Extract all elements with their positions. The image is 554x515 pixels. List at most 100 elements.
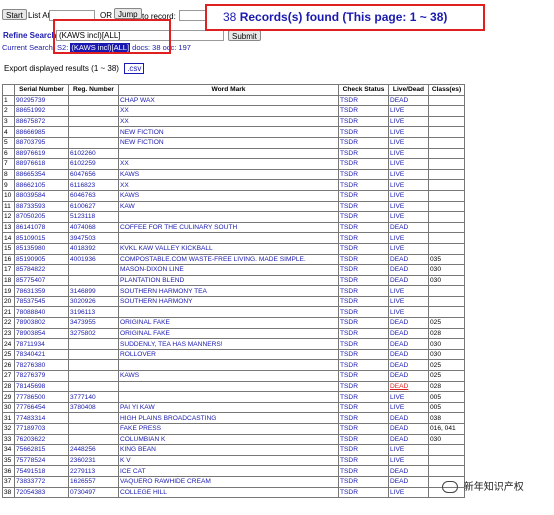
word-mark-cell[interactable]: KAWS (118, 189, 339, 202)
word-mark-cell[interactable]: NEW FICTION (118, 126, 339, 138)
live-dead-cell[interactable]: DEAD (388, 433, 429, 446)
serial-number-cell[interactable]: 78276380 (14, 359, 69, 372)
reg-number-cell[interactable] (68, 338, 119, 350)
reg-number-cell[interactable]: 3473955 (68, 317, 119, 329)
reg-number-cell[interactable]: 2279113 (68, 465, 119, 477)
reg-number-cell[interactable]: 6046763 (68, 189, 119, 202)
serial-number-cell[interactable]: 78903854 (14, 327, 69, 340)
word-mark-cell[interactable]: CHAP WAX (118, 94, 339, 107)
live-dead-cell[interactable]: DEAD (388, 359, 429, 372)
to-record-input[interactable] (179, 10, 207, 21)
serial-number-cell[interactable]: 85775407 (14, 274, 69, 287)
reg-number-cell[interactable]: 6047656 (68, 168, 119, 181)
word-mark-cell[interactable]: PAI YI KAW (118, 401, 339, 414)
reg-number-cell[interactable]: 3947503 (68, 232, 119, 244)
serial-number-cell[interactable]: 88703795 (14, 136, 69, 149)
live-dead-cell[interactable]: LIVE (388, 179, 429, 191)
live-dead-cell[interactable]: DEAD (388, 348, 429, 361)
live-dead-cell[interactable]: LIVE (388, 200, 429, 213)
serial-number-cell[interactable]: 88665354 (14, 168, 69, 181)
live-dead-cell[interactable]: DEAD (388, 264, 429, 276)
header-classes[interactable]: Class(es) (428, 84, 465, 96)
serial-number-cell[interactable]: 88666985 (14, 126, 69, 138)
check-status-link[interactable]: TSDR (338, 94, 389, 107)
serial-number-cell[interactable]: 72054383 (14, 486, 69, 499)
serial-number-cell[interactable]: 78631359 (14, 285, 69, 297)
reg-number-cell[interactable] (68, 105, 119, 117)
serial-number-cell[interactable]: 85784822 (14, 264, 69, 276)
live-dead-cell[interactable]: LIVE (388, 158, 429, 170)
live-dead-cell[interactable]: DEAD (388, 327, 429, 340)
header-live-dead[interactable]: Live/Dead (388, 84, 429, 96)
live-dead-cell[interactable]: DEAD (388, 465, 429, 477)
live-dead-cell[interactable]: LIVE (388, 285, 429, 297)
live-dead-cell[interactable]: LIVE (388, 454, 429, 467)
header-check-status[interactable]: Check Status (338, 84, 389, 96)
word-mark-cell[interactable]: XX (118, 179, 339, 191)
check-status-link[interactable]: TSDR (338, 380, 389, 393)
live-dead-cell[interactable]: LIVE (388, 136, 429, 149)
serial-number-cell[interactable]: 78711934 (14, 338, 69, 350)
word-mark-cell[interactable]: FAKE PRESS (118, 423, 339, 435)
reg-number-cell[interactable]: 3777140 (68, 391, 119, 403)
serial-number-cell[interactable]: 88039584 (14, 189, 69, 202)
live-dead-cell[interactable]: DEAD (388, 338, 429, 350)
serial-number-cell[interactable]: 75662815 (14, 444, 69, 456)
check-status-link[interactable]: TSDR (338, 274, 389, 287)
serial-number-cell[interactable]: 88976619 (14, 147, 69, 160)
serial-number-cell[interactable]: 86141078 (14, 221, 69, 234)
check-status-link[interactable]: TSDR (338, 200, 389, 213)
check-status-link[interactable]: TSDR (338, 189, 389, 202)
submit-button[interactable]: Submit (228, 30, 261, 41)
check-status-link[interactable]: TSDR (338, 158, 389, 170)
live-dead-cell[interactable]: LIVE (388, 306, 429, 319)
check-status-link[interactable]: TSDR (338, 136, 389, 149)
serial-number-cell[interactable]: 85109015 (14, 232, 69, 244)
word-mark-cell[interactable]: SUDDENLY, TEA HAS MANNERS! (118, 338, 339, 350)
serial-number-cell[interactable]: 88662105 (14, 179, 69, 191)
check-status-link[interactable]: TSDR (338, 317, 389, 329)
reg-number-cell[interactable]: 1626557 (68, 475, 119, 488)
check-status-link[interactable]: TSDR (338, 211, 389, 223)
serial-number-cell[interactable]: 75491518 (14, 465, 69, 477)
check-status-link[interactable]: TSDR (338, 475, 389, 488)
check-status-link[interactable]: TSDR (338, 285, 389, 297)
word-mark-cell[interactable]: KING BEAN (118, 444, 339, 456)
reg-number-cell[interactable] (68, 370, 119, 382)
serial-number-cell[interactable]: 87050205 (14, 211, 69, 223)
serial-number-cell[interactable]: 73833772 (14, 475, 69, 488)
word-mark-cell[interactable]: KVKL KAW VALLEY KICKBALL (118, 242, 339, 255)
serial-number-cell[interactable]: 88976618 (14, 158, 69, 170)
reg-number-cell[interactable]: 4018392 (68, 242, 119, 255)
check-status-link[interactable]: TSDR (338, 242, 389, 255)
serial-number-cell[interactable]: 78088840 (14, 306, 69, 319)
live-dead-cell[interactable]: LIVE (388, 401, 429, 414)
reg-number-cell[interactable]: 2360231 (68, 454, 119, 467)
word-mark-cell[interactable] (118, 232, 339, 244)
check-status-link[interactable]: TSDR (338, 412, 389, 424)
live-dead-cell[interactable]: DEAD (388, 380, 429, 393)
check-status-link[interactable]: TSDR (338, 295, 389, 308)
check-status-link[interactable]: TSDR (338, 126, 389, 138)
serial-number-cell[interactable]: 77189703 (14, 423, 69, 435)
word-mark-cell[interactable]: K V (118, 454, 339, 467)
live-dead-cell[interactable]: DEAD (388, 94, 429, 107)
serial-number-cell[interactable]: 77766454 (14, 401, 69, 414)
check-status-link[interactable]: TSDR (338, 179, 389, 191)
word-mark-cell[interactable]: COFFEE FOR THE CULINARY SOUTH (118, 221, 339, 234)
word-mark-cell[interactable]: ROLLOVER (118, 348, 339, 361)
serial-number-cell[interactable]: 75778524 (14, 454, 69, 467)
serial-number-cell[interactable]: 77483314 (14, 412, 69, 424)
live-dead-cell[interactable]: LIVE (388, 115, 429, 128)
word-mark-cell[interactable]: XX (118, 158, 339, 170)
live-dead-cell[interactable]: LIVE (388, 105, 429, 117)
reg-number-cell[interactable] (68, 380, 119, 393)
word-mark-cell[interactable]: ICE CAT (118, 465, 339, 477)
word-mark-cell[interactable]: SOUTHERN HARMONY (118, 295, 339, 308)
reg-number-cell[interactable]: 4074068 (68, 221, 119, 234)
live-dead-cell[interactable]: DEAD (388, 253, 429, 266)
word-mark-cell[interactable]: KAW (118, 200, 339, 213)
reg-number-cell[interactable]: 0730497 (68, 486, 119, 499)
word-mark-cell[interactable]: SOUTHERN HARMONY TEA (118, 285, 339, 297)
serial-number-cell[interactable]: 76203622 (14, 433, 69, 446)
